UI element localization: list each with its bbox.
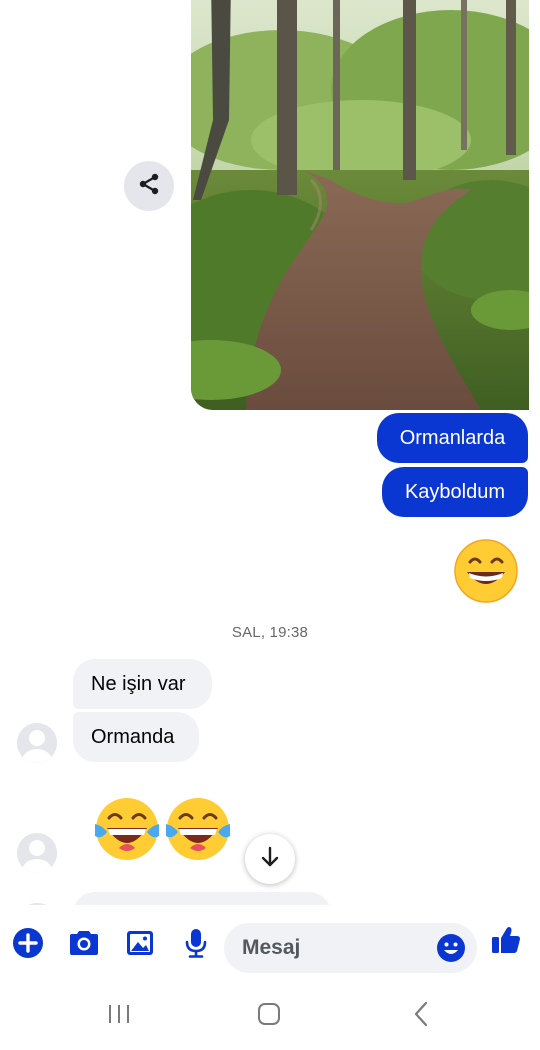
gallery-icon [125,929,155,962]
contact-avatar[interactable] [17,723,57,763]
incoming-message[interactable]: Ormanda [73,712,199,762]
back-icon [411,1001,431,1032]
message-text: Ne işin var [91,672,186,695]
back-button[interactable] [391,1000,451,1032]
gallery-button[interactable] [122,925,158,965]
contact-avatar[interactable] [17,833,57,873]
thumbs-up-icon [490,924,522,961]
share-icon [137,172,161,201]
message-text: Kayboldum [404,480,506,503]
arrow-down-icon [259,846,281,873]
more-actions-button[interactable] [10,925,46,965]
grinning-face-emoji[interactable] [453,538,519,609]
incoming-message[interactable]: Ne işin var [73,659,212,709]
scroll-to-bottom-button[interactable] [245,834,295,884]
recents-icon [106,1003,132,1030]
outgoing-message[interactable]: Ormanlarda [377,413,528,463]
voice-message-button[interactable] [178,925,214,965]
share-button[interactable] [124,161,174,211]
tears-of-joy-emoji[interactable] [164,796,232,867]
camera-icon [67,928,101,963]
recents-button[interactable] [89,1000,149,1032]
plus-icon [12,927,44,964]
message-input[interactable] [242,923,432,973]
camera-button[interactable] [66,925,102,965]
smiley-icon[interactable] [436,933,466,963]
shared-photo[interactable] [191,0,529,410]
home-icon [256,1001,282,1032]
microphone-icon [183,927,209,964]
message-text: Ormanda [91,725,175,748]
avatar-placeholder-icon [17,833,57,873]
outgoing-message[interactable]: Kayboldum [382,467,528,517]
like-button[interactable] [488,922,524,962]
message-field[interactable] [224,923,477,973]
home-button[interactable] [239,1000,299,1032]
message-timestamp: SAL, 19:38 [231,624,309,641]
message-text: Ormanlarda [399,426,506,449]
avatar-placeholder-icon [17,723,57,763]
tears-of-joy-emoji[interactable] [93,796,161,867]
